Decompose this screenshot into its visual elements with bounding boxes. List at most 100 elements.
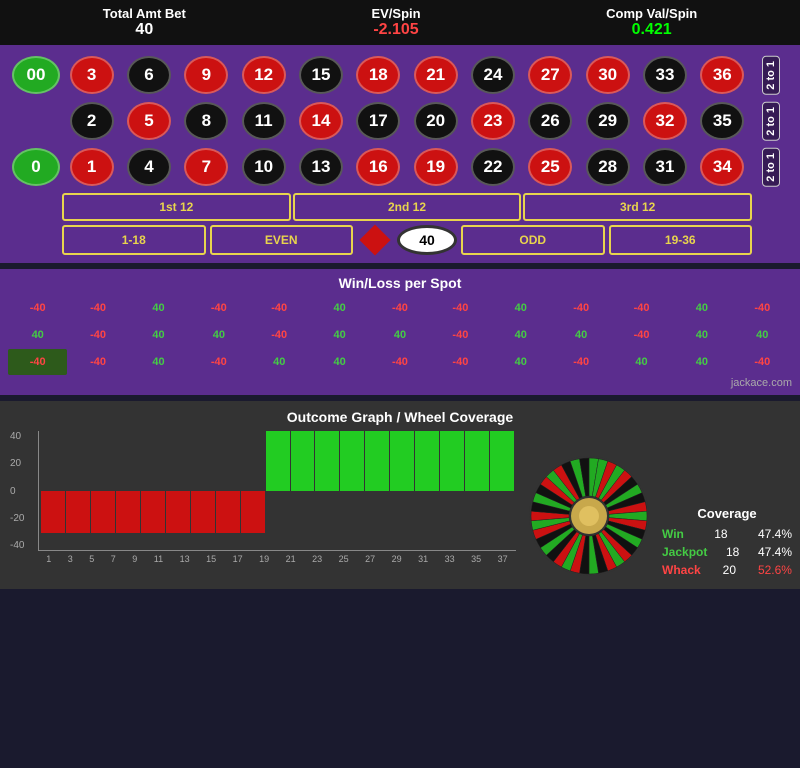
num-23[interactable]: 23 <box>465 99 520 143</box>
num-19[interactable]: 19 <box>408 145 463 189</box>
zero-00-oval[interactable]: 00 <box>12 56 60 94</box>
num-15[interactable]: 15 <box>293 53 348 97</box>
num-17[interactable]: 17 <box>351 99 406 143</box>
bar-fill <box>216 491 240 533</box>
num-13[interactable]: 13 <box>293 145 348 189</box>
bar-item <box>490 431 514 551</box>
bar-item <box>365 431 389 551</box>
wl-cell: -40 <box>733 349 792 375</box>
bar-item <box>266 431 290 551</box>
wl-cell: 40 <box>250 349 309 375</box>
second-dozen-btn[interactable]: 2nd 12 <box>293 193 522 221</box>
num-8[interactable]: 8 <box>179 99 234 143</box>
coverage-whack-row: Whack 20 52.6% <box>662 563 792 577</box>
num-27[interactable]: 27 <box>523 53 578 97</box>
bar-fill <box>41 491 65 533</box>
num-33[interactable]: 33 <box>637 53 692 97</box>
num-21[interactable]: 21 <box>408 53 463 97</box>
even-btn[interactable]: EVEN <box>210 225 354 255</box>
bar-item <box>340 431 364 551</box>
num-9[interactable]: 9 <box>179 53 234 97</box>
bar-fill <box>465 431 489 491</box>
bar-fill <box>141 491 165 533</box>
zero-0-cell[interactable]: 0 <box>10 145 62 189</box>
bar-item <box>191 431 215 551</box>
bar-item <box>216 431 240 551</box>
odd-btn[interactable]: ODD <box>461 225 605 255</box>
outcome-content: 40 20 0 -20 -40 13579 1113151719 2123252… <box>8 431 792 581</box>
num-4[interactable]: 4 <box>121 145 176 189</box>
two-to-one-mid[interactable]: 2 to 1 <box>752 99 790 143</box>
header: Total Amt Bet 40 EV/Spin -2.105 Comp Val… <box>0 0 800 45</box>
num-28[interactable]: 28 <box>580 145 635 189</box>
num-2[interactable]: 2 <box>64 99 119 143</box>
bar-fill <box>390 431 414 491</box>
num-26[interactable]: 26 <box>523 99 578 143</box>
table-grid: 00 3 6 9 12 15 18 21 24 27 30 33 36 2 to… <box>10 53 790 189</box>
num-7[interactable]: 7 <box>179 145 234 189</box>
num-29[interactable]: 29 <box>580 99 635 143</box>
coverage-whack-count: 20 <box>723 563 736 577</box>
bar-fill <box>490 431 514 491</box>
num-6[interactable]: 6 <box>121 53 176 97</box>
wl-cell: -40 <box>431 349 490 375</box>
num-34[interactable]: 34 <box>695 145 750 189</box>
wl-cell: 40 <box>491 349 550 375</box>
num-18[interactable]: 18 <box>351 53 406 97</box>
num-3[interactable]: 3 <box>64 53 119 97</box>
num-30[interactable]: 30 <box>580 53 635 97</box>
num-10[interactable]: 10 <box>236 145 291 189</box>
bar-fill <box>415 431 439 491</box>
num-24[interactable]: 24 <box>465 53 520 97</box>
num-22[interactable]: 22 <box>465 145 520 189</box>
two-to-one-bot[interactable]: 2 to 1 <box>752 145 790 189</box>
num-20[interactable]: 20 <box>408 99 463 143</box>
wl-cell: 40 <box>733 322 792 348</box>
diamond-container <box>357 226 393 254</box>
zero-00-cell[interactable]: 00 <box>10 53 62 97</box>
one-18-btn[interactable]: 1-18 <box>62 225 206 255</box>
num-14[interactable]: 14 <box>293 99 348 143</box>
wl-cell: -40 <box>189 349 248 375</box>
coverage-title: Coverage <box>662 506 792 521</box>
num-5[interactable]: 5 <box>121 99 176 143</box>
wl-cell: -40 <box>68 349 127 375</box>
two-to-one-top[interactable]: 2 to 1 <box>752 53 790 97</box>
first-dozen-btn[interactable]: 1st 12 <box>62 193 291 221</box>
winloss-title: Win/Loss per Spot <box>8 275 792 291</box>
wl-cell: -40 <box>612 322 671 348</box>
third-dozen-btn[interactable]: 3rd 12 <box>523 193 752 221</box>
wl-cell: 40 <box>551 322 610 348</box>
19-36-btn[interactable]: 19-36 <box>609 225 753 255</box>
wl-cell: -40 <box>68 295 127 321</box>
bar-item <box>291 431 315 551</box>
num-25[interactable]: 25 <box>523 145 578 189</box>
wl-cell: 40 <box>491 322 550 348</box>
spacer-row2 <box>10 99 62 143</box>
wl-cell: -40 <box>431 322 490 348</box>
ev-spin-value: -2.105 <box>371 21 420 39</box>
num-32[interactable]: 32 <box>637 99 692 143</box>
coverage-jackpot-label: Jackpot <box>662 545 707 559</box>
wl-cell: -40 <box>551 349 610 375</box>
num-1[interactable]: 1 <box>64 145 119 189</box>
wl-cell: 40 <box>189 322 248 348</box>
num-16[interactable]: 16 <box>351 145 406 189</box>
num-35[interactable]: 35 <box>695 99 750 143</box>
y-axis: 40 20 0 -20 -40 <box>10 431 24 551</box>
bar-item <box>141 431 165 551</box>
roulette-section: 00 3 6 9 12 15 18 21 24 27 30 33 36 2 to… <box>0 45 800 263</box>
num-31[interactable]: 31 <box>637 145 692 189</box>
jackace-label: jackace.com <box>8 377 792 389</box>
num-12[interactable]: 12 <box>236 53 291 97</box>
bar-item <box>41 431 65 551</box>
num-36[interactable]: 36 <box>695 53 750 97</box>
total-amt-bet-block: Total Amt Bet 40 <box>103 6 186 39</box>
num-11[interactable]: 11 <box>236 99 291 143</box>
wl-cell: -40 <box>733 295 792 321</box>
wl-cell-highlight: -40 <box>8 349 67 375</box>
zero-0-oval[interactable]: 0 <box>12 148 60 186</box>
bar-fill <box>365 431 389 491</box>
bar-item <box>166 431 190 551</box>
wl-cell: -40 <box>189 295 248 321</box>
